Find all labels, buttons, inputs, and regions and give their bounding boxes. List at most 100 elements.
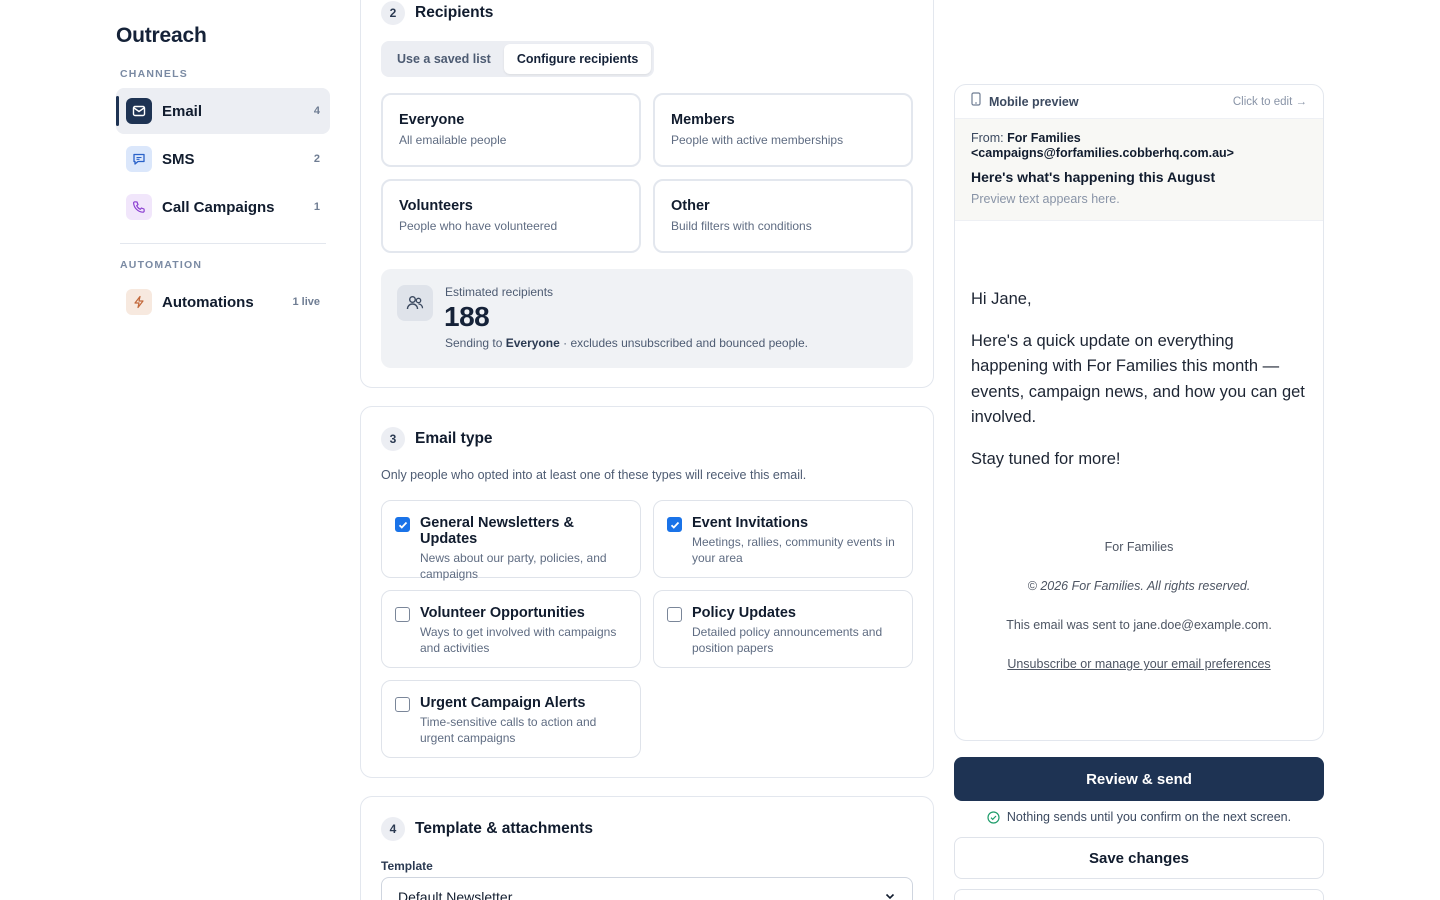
mobile-phone-icon xyxy=(971,92,981,111)
email-type-title: General Newsletters & Updates xyxy=(420,515,574,547)
sidebar-item-sms[interactable]: SMS 2 xyxy=(116,136,330,182)
email-type-volunteer-opportunities[interactable]: Volunteer Opportunities Ways to get invo… xyxy=(381,590,641,668)
section-title: Template & attachments xyxy=(415,820,594,837)
secondary-action-button[interactable] xyxy=(954,889,1324,900)
preview-footer-sent: This email was sent to jane.doe@example.… xyxy=(1006,618,1272,632)
email-type-desc: Ways to get involved with campaigns and … xyxy=(420,625,617,655)
checkbox[interactable] xyxy=(667,607,682,622)
sidebar-item-count: 1 xyxy=(313,201,320,213)
estimate-note-target: Everyone xyxy=(505,336,560,350)
recipient-option-volunteers[interactable]: Volunteers People who have volunteered xyxy=(381,179,641,253)
recipient-option-members[interactable]: Members People with active memberships xyxy=(653,93,913,167)
recipient-option-other[interactable]: Other Build filters with conditions xyxy=(653,179,913,253)
preview-from: From: For Families <campaigns@forfamilie… xyxy=(971,131,1307,161)
preview-paragraph: Here's a quick update on everything happ… xyxy=(971,331,1305,427)
mobile-preview-panel[interactable]: Mobile preview Click to edit → From: For… xyxy=(954,84,1324,741)
sidebar-item-call-campaigns[interactable]: Call Campaigns 1 xyxy=(116,184,330,230)
sidebar-item-automations[interactable]: Automations 1 live xyxy=(116,279,330,325)
users-icon xyxy=(397,285,433,321)
estimate-note-suffix: · excludes unsubscribed and bounced peop… xyxy=(563,336,808,350)
preview-text: Preview text appears here. xyxy=(971,192,1120,206)
tab-use-saved-list[interactable]: Use a saved list xyxy=(384,44,504,74)
template-section: 4 Template & attachments Template Defaul… xyxy=(360,796,934,900)
mail-icon xyxy=(126,98,152,124)
recipient-option-everyone[interactable]: Everyone All emailable people xyxy=(381,93,641,167)
option-desc: All emailable people xyxy=(399,133,507,147)
section-title: Email type xyxy=(415,430,493,447)
automation-section-label: AUTOMATION xyxy=(120,259,203,271)
checkbox-checked[interactable] xyxy=(667,517,682,532)
email-type-urgent-campaign-alerts[interactable]: Urgent Campaign Alerts Time-sensitive ca… xyxy=(381,680,641,758)
check-circle-icon xyxy=(987,810,1000,824)
estimate-label: Estimated recipients xyxy=(445,285,554,299)
tab-configure-recipients[interactable]: Configure recipients xyxy=(503,44,652,74)
template-step-header: 4 Template & attachments xyxy=(381,817,593,841)
phone-icon xyxy=(126,194,152,220)
recipients-section: 2 Recipients Use a saved list Configure … xyxy=(360,0,934,388)
confirm-note-text: Nothing sends until you confirm on the n… xyxy=(1006,810,1292,824)
chevron-down-icon xyxy=(884,889,896,900)
unsubscribe-link[interactable]: Unsubscribe or manage your email prefere… xyxy=(955,657,1323,671)
brand-title: Outreach xyxy=(116,24,207,47)
option-desc: Build filters with conditions xyxy=(671,219,812,233)
template-selected-value: Default Newsletter xyxy=(398,889,513,900)
preview-title: Mobile preview xyxy=(989,94,1079,109)
template-select[interactable]: Default Newsletter xyxy=(381,877,913,900)
email-type-desc: Meetings, rallies, community events in y… xyxy=(692,535,895,565)
step-number: 2 xyxy=(381,1,405,25)
recipients-step-header: 2 Recipients xyxy=(381,1,493,25)
email-type-event-invitations[interactable]: Event Invitations Meetings, rallies, com… xyxy=(653,500,913,578)
template-label: Template xyxy=(381,859,433,873)
preview-meta: From: For Families <campaigns@forfamilie… xyxy=(955,119,1323,221)
sidebar-item-email[interactable]: Email 4 xyxy=(116,88,330,134)
from-name: For Families xyxy=(1007,131,1081,145)
estimate-count: 188 xyxy=(444,301,490,332)
step-number: 3 xyxy=(381,427,405,451)
recipients-mode-tabs: Use a saved list Configure recipients xyxy=(381,41,655,77)
checkbox[interactable] xyxy=(395,697,410,712)
email-type-policy-updates[interactable]: Policy Updates Detailed policy announcem… xyxy=(653,590,913,668)
sidebar-item-label: Email xyxy=(162,102,203,120)
message-icon xyxy=(126,146,152,172)
channels-section-label: CHANNELS xyxy=(120,68,188,80)
sidebar-item-label: SMS xyxy=(162,150,195,168)
from-label: From: xyxy=(971,131,1004,145)
preview-closing: Stay tuned for more! xyxy=(971,449,1121,468)
option-title: Other xyxy=(671,198,710,214)
email-type-title: Urgent Campaign Alerts xyxy=(420,695,586,711)
preview-footer-org: For Families xyxy=(1104,540,1174,554)
sidebar-item-count: 2 xyxy=(313,153,320,165)
click-to-edit-link[interactable]: Click to edit → xyxy=(1233,96,1307,108)
sidebar-item-label: Call Campaigns xyxy=(162,198,275,216)
checkbox[interactable] xyxy=(395,607,410,622)
option-title: Members xyxy=(671,112,735,128)
email-type-title: Event Invitations xyxy=(692,515,809,531)
email-type-desc: News about our party, policies, and camp… xyxy=(420,551,607,581)
preview-body: Hi Jane, Here's a quick update on everyt… xyxy=(955,287,1323,472)
estimated-recipients-panel: Estimated recipients 188 Sending to Ever… xyxy=(381,269,913,368)
preview-subject: Here's what's happening this August xyxy=(971,169,1216,185)
email-type-description: Only people who opted into at least one … xyxy=(381,468,807,482)
email-type-step-header: 3 Email type xyxy=(381,427,493,451)
section-title: Recipients xyxy=(415,4,494,21)
email-type-desc: Detailed policy announcements and positi… xyxy=(692,625,883,655)
checkbox-checked[interactable] xyxy=(395,517,410,532)
preview-greeting: Hi Jane, xyxy=(971,290,1032,308)
bolt-icon xyxy=(126,289,152,315)
sidebar-item-count: 4 xyxy=(313,105,320,117)
option-desc: People who have volunteered xyxy=(399,219,558,233)
from-email: <campaigns@forfamilies.cobberhq.com.au> xyxy=(971,146,1234,160)
preview-header: Mobile preview Click to edit → xyxy=(955,85,1323,119)
email-type-general-newsletters[interactable]: General Newsletters & Updates News about… xyxy=(381,500,641,581)
email-type-title: Policy Updates xyxy=(692,605,796,621)
save-changes-button[interactable]: Save changes xyxy=(954,837,1324,879)
email-type-title: Volunteer Opportunities xyxy=(420,605,585,621)
estimate-note-prefix: Sending to xyxy=(445,336,503,350)
step-number: 4 xyxy=(381,817,405,841)
email-type-section: 3 Email type Only people who opted into … xyxy=(360,406,934,778)
estimate-note: Sending to Everyone · excludes unsubscri… xyxy=(445,336,808,350)
confirm-note: Nothing sends until you confirm on the n… xyxy=(954,810,1324,824)
review-send-button[interactable]: Review & send xyxy=(954,757,1324,801)
email-type-desc: Time-sensitive calls to action and urgen… xyxy=(420,715,597,745)
sidebar-item-label: Automations xyxy=(162,293,254,311)
